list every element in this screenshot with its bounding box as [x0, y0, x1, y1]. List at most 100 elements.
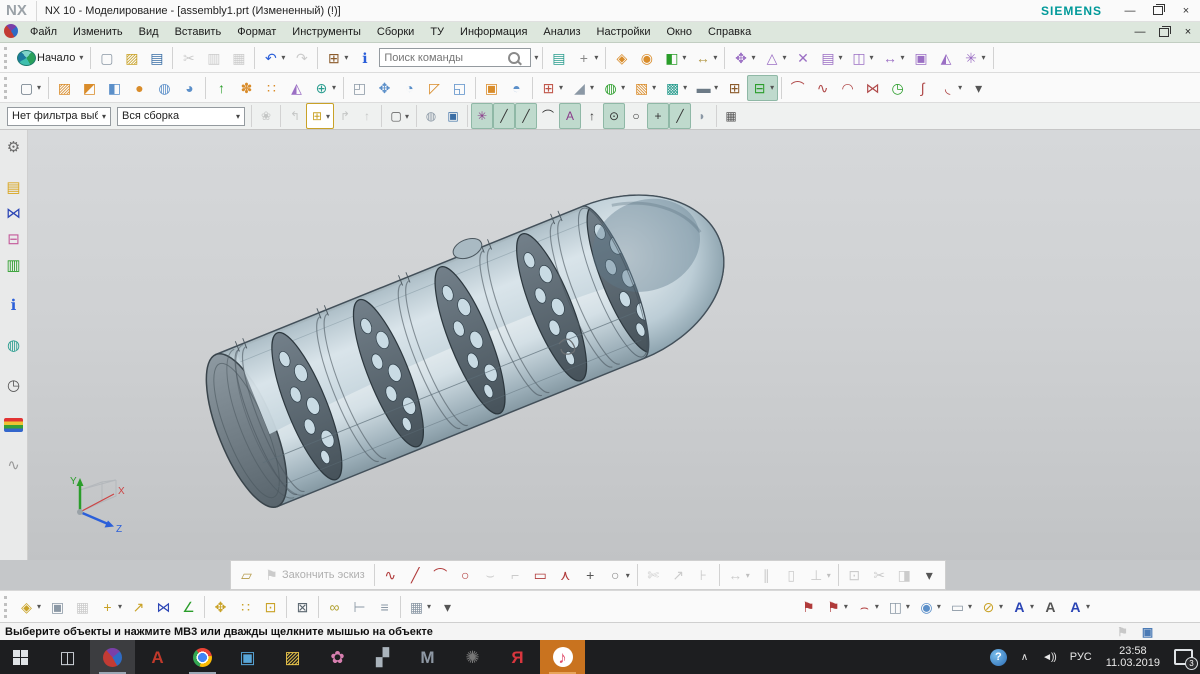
- select-top-button[interactable]: ↑: [356, 103, 378, 129]
- point-button[interactable]: +: [578, 562, 603, 588]
- find-component-button[interactable]: ◈▾: [14, 594, 45, 620]
- surface-analysis-button[interactable]: ◷: [885, 75, 910, 101]
- help-tray-button[interactable]: ?: [983, 640, 1014, 674]
- open-file-button[interactable]: ▨: [119, 45, 144, 71]
- constraint-navigator-button[interactable]: ⋈: [1, 201, 26, 225]
- surface-on-mesh-button[interactable]: ◠: [835, 75, 860, 101]
- fit-view-button[interactable]: ▢▾: [14, 75, 45, 101]
- save-button[interactable]: ▤: [144, 45, 169, 71]
- resource-splitter-button[interactable]: ∿: [1, 453, 26, 477]
- studio-spline-button[interactable]: ⋏: [553, 562, 578, 588]
- background-button[interactable]: ◍▾: [598, 75, 629, 101]
- navigator-settings-button[interactable]: ⚙: [1, 135, 26, 159]
- rotate-view-button[interactable]: ◰: [347, 75, 372, 101]
- show-component-flag-button[interactable]: ⚑: [796, 594, 821, 620]
- circle-button[interactable]: ○: [453, 562, 478, 588]
- command-search-input[interactable]: [380, 52, 508, 64]
- nx-app-button[interactable]: [90, 640, 135, 674]
- snap-existing-point-button[interactable]: +: [647, 103, 669, 129]
- window-switcher-button[interactable]: ⊞▾: [321, 45, 352, 71]
- snap-point-button[interactable]: ✳: [471, 103, 493, 129]
- menu-insert[interactable]: Вставить: [167, 23, 230, 41]
- taskbar-clock[interactable]: 23:58 11.03.2019: [1099, 640, 1167, 674]
- move-component-button[interactable]: ✥▾: [728, 45, 759, 71]
- component-properties-button[interactable]: ▤▾: [815, 45, 846, 71]
- through-curves-button[interactable]: ⌒: [785, 75, 810, 101]
- menu-edit[interactable]: Изменить: [65, 23, 131, 41]
- display-mode-button[interactable]: ▬▾: [691, 75, 722, 101]
- select-previous-button[interactable]: ↰: [284, 103, 306, 129]
- restore-button[interactable]: [1144, 0, 1172, 21]
- arc-button[interactable]: ⌒: [428, 562, 453, 588]
- layer-visible-in-view-button[interactable]: ▣: [479, 75, 504, 101]
- photos-app-button[interactable]: ▣: [225, 640, 270, 674]
- sheet-view-button[interactable]: ◱: [447, 75, 472, 101]
- sketch-task-environment-button[interactable]: ▱: [234, 562, 259, 588]
- snap-point-on-face-button[interactable]: ◗: [691, 103, 713, 129]
- shaded-with-edges-button[interactable]: ◧: [102, 75, 127, 101]
- raise-panel-button[interactable]: ↑: [209, 75, 234, 101]
- object-preferences-button[interactable]: ◧▾: [659, 45, 690, 71]
- exploded-view-button[interactable]: ◭: [934, 45, 959, 71]
- filter-group-button[interactable]: ⊞▾: [306, 103, 334, 129]
- convert-to-reference-button[interactable]: ⊡: [842, 562, 867, 588]
- assembly-constraints-button[interactable]: △▾: [759, 45, 790, 71]
- pattern-component-tool-button[interactable]: ∷: [233, 594, 258, 620]
- toolbar-overflow-button[interactable]: ▾: [966, 75, 991, 101]
- part-navigator-button[interactable]: ⊟: [1, 227, 26, 251]
- class-selection-button[interactable]: ❀: [255, 103, 277, 129]
- toolbar-grip[interactable]: [4, 47, 10, 69]
- start-button-button[interactable]: [0, 640, 45, 674]
- menu-tools[interactable]: Инструменты: [284, 23, 369, 41]
- menu-assemblies[interactable]: Сборки: [369, 23, 422, 41]
- hd3d-tools-button[interactable]: ℹ: [1, 293, 26, 317]
- window-display-button[interactable]: ⊞▾: [536, 75, 567, 101]
- zoom-view-button[interactable]: ◔: [397, 75, 422, 101]
- shaded-view-button[interactable]: ●: [127, 75, 152, 101]
- profile-button[interactable]: ∿: [378, 562, 403, 588]
- move-up-assembly-button[interactable]: ↱: [334, 103, 356, 129]
- new-file-button[interactable]: ▢: [94, 45, 119, 71]
- finish-flag-status-button[interactable]: ⚑: [1110, 619, 1135, 645]
- small-parts-button[interactable]: ∷: [259, 75, 284, 101]
- show-view-triad-button[interactable]: ⊞: [722, 75, 747, 101]
- grid-snap-button[interactable]: ▦: [720, 103, 742, 129]
- copy-button[interactable]: ▥: [201, 45, 226, 71]
- ellipse-button[interactable]: ○▾: [603, 562, 634, 588]
- wave-geometry-linker-button[interactable]: ∞: [322, 594, 347, 620]
- true-shading-button[interactable]: ▧▾: [629, 75, 660, 101]
- sketch-display-button[interactable]: ◨: [892, 562, 917, 588]
- ruled-surface-button[interactable]: ⋈: [860, 75, 885, 101]
- visual-effects-button[interactable]: ▩▾: [660, 75, 691, 101]
- sketch-overflow-button[interactable]: ▾: [917, 562, 942, 588]
- object-display-edit-button[interactable]: ◉▾: [914, 594, 945, 620]
- menu-window[interactable]: Окно: [658, 23, 700, 41]
- yandex-browser-button[interactable]: Я: [495, 640, 540, 674]
- media-player-button[interactable]: ✺: [450, 640, 495, 674]
- menu-help[interactable]: Справка: [700, 23, 759, 41]
- assembly-overflow-button[interactable]: ▾: [435, 594, 460, 620]
- snap-arc-center-button[interactable]: ⊙: [603, 103, 625, 129]
- maximize-view-button[interactable]: ⊟▾: [747, 75, 778, 101]
- chrome-button[interactable]: [180, 640, 225, 674]
- replace-component-button[interactable]: ◫▾: [846, 45, 877, 71]
- weld-assistant-button[interactable]: ⌢▾: [852, 594, 883, 620]
- view-layout-button[interactable]: ▤: [546, 45, 571, 71]
- fillet-button[interactable]: ⌣: [478, 562, 503, 588]
- graphics-viewport[interactable]: Y X Z: [28, 130, 1200, 560]
- start-menu-button[interactable]: Начало▾: [14, 45, 87, 71]
- chevron-down-icon[interactable]: ▾: [534, 53, 538, 62]
- web-browser-button[interactable]: ◍: [1, 333, 26, 357]
- sheet-surface-button[interactable]: ◟▾: [935, 75, 966, 101]
- menu-pmi[interactable]: ТУ: [422, 23, 452, 41]
- notifications-button[interactable]: 3: [1167, 640, 1200, 674]
- doc-close-button[interactable]: ×: [1176, 22, 1200, 42]
- doc-restore-button[interactable]: [1152, 22, 1176, 42]
- menu-format[interactable]: Формат: [229, 23, 284, 41]
- snap-control-point-button[interactable]: ↑: [581, 103, 603, 129]
- language-indicator[interactable]: РУС: [1063, 640, 1099, 674]
- assembly-constraints-tool-button[interactable]: ⋈: [151, 594, 176, 620]
- assembly-arrangements-button[interactable]: ▦▾: [404, 594, 435, 620]
- chamfer-button[interactable]: ⌐: [503, 562, 528, 588]
- geometric-constraints-button[interactable]: ∥: [754, 562, 779, 588]
